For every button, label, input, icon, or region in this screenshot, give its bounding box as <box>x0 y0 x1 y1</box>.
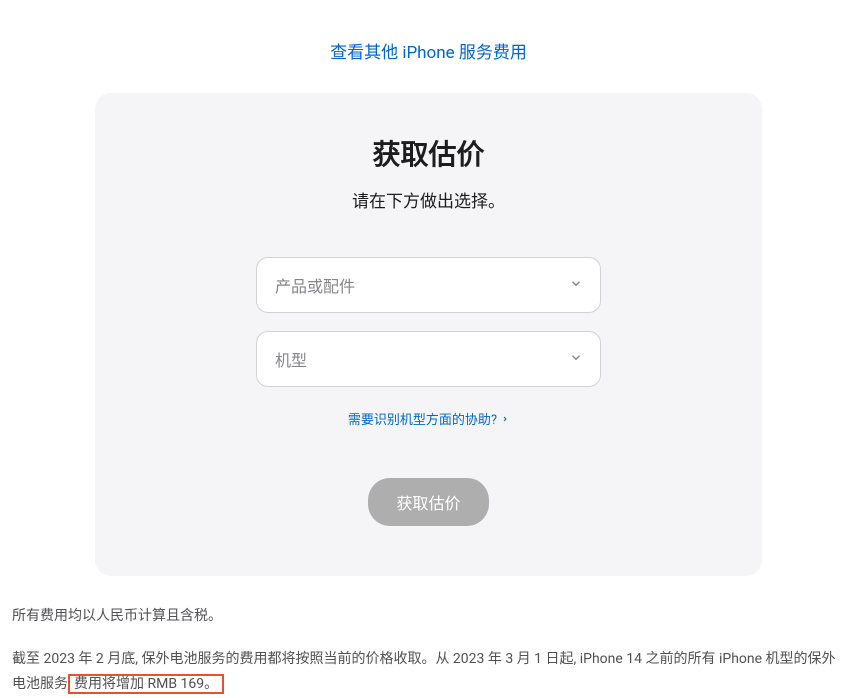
footer-line-1: 所有费用均以人民币计算且含税。 <box>12 604 845 629</box>
identify-model-help-link[interactable]: 需要识别机型方面的协助? <box>348 409 509 428</box>
footer-line-2: 截至 2023 年 2 月底, 保外电池服务的费用都将按照当前的价格收取。从 2… <box>12 647 845 697</box>
get-estimate-button[interactable]: 获取估价 <box>368 478 488 526</box>
estimate-card: 获取估价 请在下方做出选择。 产品或配件 机型 需要识别机型方面的协助? 获取估… <box>95 93 762 576</box>
help-link-label: 需要识别机型方面的协助? <box>348 409 497 428</box>
view-other-services-link[interactable]: 查看其他 iPhone 服务费用 <box>330 43 527 63</box>
top-link-container: 查看其他 iPhone 服务费用 <box>0 0 857 93</box>
model-select-wrap: 机型 <box>256 331 601 387</box>
price-increase-highlight: 费用将增加 RMB 169。 <box>68 674 224 694</box>
model-select[interactable]: 机型 <box>256 331 601 387</box>
product-select[interactable]: 产品或配件 <box>256 257 601 313</box>
chevron-right-icon <box>501 415 509 423</box>
card-subtitle: 请在下方做出选择。 <box>145 187 712 212</box>
card-title: 获取估价 <box>145 133 712 173</box>
submit-row: 获取估价 <box>145 478 712 526</box>
footer-text: 所有费用均以人民币计算且含税。 截至 2023 年 2 月底, 保外电池服务的费… <box>0 576 857 698</box>
product-select-wrap: 产品或配件 <box>256 257 601 313</box>
